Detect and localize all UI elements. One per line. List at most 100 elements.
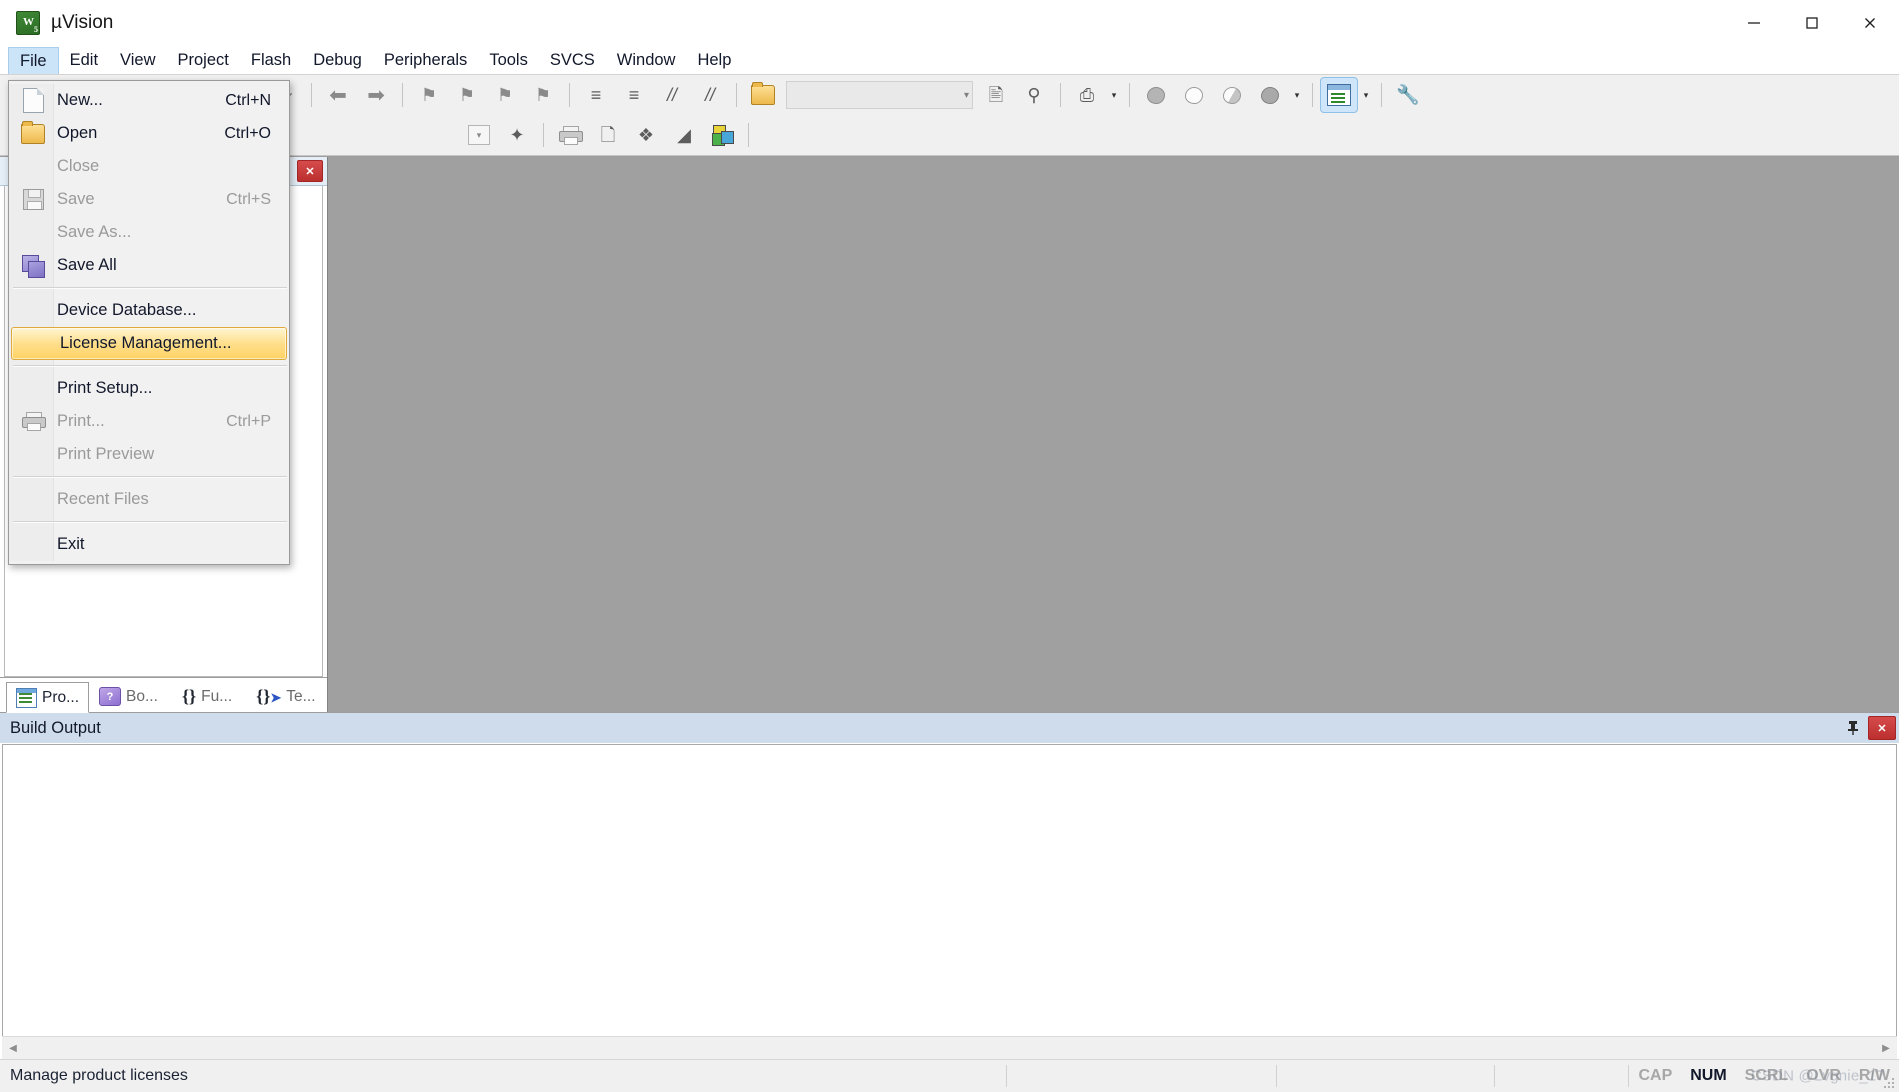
color-cube-icon[interactable]: [703, 117, 741, 153]
status-indicator-scrl: SCRL: [1744, 1067, 1789, 1084]
tab-templates[interactable]: {}➤ Te...: [246, 681, 325, 712]
menu-item-new[interactable]: New... Ctrl+N: [9, 84, 289, 117]
bookmark-next-icon[interactable]: ⚑: [486, 77, 524, 113]
bookmark-clear-icon[interactable]: ⚑: [524, 77, 562, 113]
toolbar-separator: [1381, 83, 1382, 107]
toolbar-separator: [311, 83, 312, 107]
menu-separator: [13, 521, 287, 523]
templates-icon: {}➤: [256, 686, 282, 706]
dropdown-icon[interactable]: ▾: [460, 117, 498, 153]
find-in-files-icon[interactable]: [744, 77, 782, 113]
window-controls: [1725, 0, 1899, 45]
find-next-icon[interactable]: ⚲: [1015, 77, 1053, 113]
navigate-back-icon[interactable]: ⬅: [319, 77, 357, 113]
menu-item-device-database[interactable]: Device Database...: [9, 294, 289, 327]
save-icon: [9, 189, 57, 210]
browse-symbol-icon[interactable]: ⎙: [1068, 77, 1106, 113]
build-dark-icon[interactable]: [1251, 77, 1289, 113]
menu-svcs[interactable]: SVCS: [539, 46, 606, 74]
target-window-icon[interactable]: [1320, 77, 1358, 113]
tab-books[interactable]: Bo...: [89, 681, 168, 712]
toolbar-separator: [402, 83, 403, 107]
menu-file[interactable]: File: [8, 47, 59, 74]
configure-icon[interactable]: 🔧: [1389, 77, 1427, 113]
build-filled-icon[interactable]: [1137, 77, 1175, 113]
menu-item-close-label: Close: [57, 157, 100, 175]
comment-icon[interactable]: //: [653, 77, 691, 113]
menu-item-exit[interactable]: Exit: [9, 528, 289, 561]
find-input[interactable]: [778, 86, 964, 104]
menu-help[interactable]: Help: [686, 46, 742, 74]
scroll-right-icon[interactable]: ▶: [1875, 1038, 1897, 1058]
menu-item-print-preview: Print Preview: [9, 438, 289, 471]
menu-item-save-as: Save As...: [9, 216, 289, 249]
menu-item-print-label: Print...: [57, 412, 105, 430]
menu-item-open[interactable]: Open Ctrl+O: [9, 117, 289, 150]
scroll-left-icon[interactable]: ◀: [2, 1038, 24, 1058]
menu-item-recent-files: Recent Files: [9, 483, 289, 516]
build-output-header: Build Output ✕: [0, 713, 1899, 743]
tab-functions[interactable]: {} Fu...: [172, 681, 242, 712]
pin-icon[interactable]: [1840, 716, 1866, 740]
target-dropdown-caret-icon[interactable]: ▾: [1358, 78, 1374, 112]
close-button[interactable]: [1841, 0, 1899, 45]
browse-dropdown-caret-icon[interactable]: ▾: [1106, 78, 1122, 112]
maximize-button[interactable]: [1783, 0, 1841, 45]
navigate-forward-icon[interactable]: ➡: [357, 77, 395, 113]
menu-debug[interactable]: Debug: [302, 46, 373, 74]
print-multi-icon[interactable]: 🗋: [589, 117, 627, 153]
find-combo-box[interactable]: ▾: [778, 81, 973, 109]
build-dropdown-caret-icon[interactable]: ▾: [1289, 78, 1305, 112]
toolbar-separator: [569, 83, 570, 107]
books-icon: [99, 687, 122, 706]
menu-item-license-management[interactable]: License Management...: [11, 327, 287, 360]
menu-edit[interactable]: Edit: [59, 46, 109, 74]
menu-item-new-label: New...: [57, 91, 103, 109]
status-indicator-cap: CAP: [1638, 1067, 1673, 1084]
status-message: Manage product licenses: [0, 1065, 1008, 1087]
menu-item-open-label: Open: [57, 124, 98, 142]
landscape-icon[interactable]: ◢: [665, 117, 703, 153]
uncomment-icon[interactable]: //: [691, 77, 729, 113]
indent-icon[interactable]: ≡: [577, 77, 615, 113]
minimize-button[interactable]: [1725, 0, 1783, 45]
outdent-icon[interactable]: ≡: [615, 77, 653, 113]
menu-item-save-all-label: Save All: [57, 256, 117, 274]
build-half-icon[interactable]: [1213, 77, 1251, 113]
insert-file-icon[interactable]: 🖹: [977, 77, 1015, 113]
chevron-down-icon[interactable]: ▾: [964, 84, 969, 106]
open-folder-icon: [9, 120, 57, 144]
menu-tools[interactable]: Tools: [478, 46, 539, 74]
menu-item-save-label: Save: [57, 190, 95, 208]
menu-item-save: Save Ctrl+S: [9, 183, 289, 216]
file-menu-items: New... Ctrl+N Open Ctrl+O Close Save Ctr…: [9, 84, 289, 561]
title-bar-left: W5 µVision: [0, 10, 113, 35]
bookmark-prev-icon[interactable]: ⚑: [448, 77, 486, 113]
resize-grip-icon[interactable]: [1882, 1076, 1896, 1090]
editor-area[interactable]: [327, 157, 1899, 712]
menu-window[interactable]: Window: [606, 46, 687, 74]
tab-templates-label: Te...: [286, 687, 316, 705]
menu-view[interactable]: View: [109, 46, 166, 74]
new-document-icon: [9, 88, 57, 113]
menu-peripherals[interactable]: Peripherals: [373, 46, 478, 74]
build-output-hscrollbar[interactable]: ◀ ▶: [2, 1036, 1897, 1059]
build-output-text[interactable]: [2, 744, 1897, 1036]
project-pane-close-icon[interactable]: ✕: [297, 160, 323, 182]
menu-item-close: Close: [9, 150, 289, 183]
menu-project[interactable]: Project: [167, 46, 240, 74]
tab-project[interactable]: Pro...: [6, 682, 90, 713]
status-cell-3: [1495, 1065, 1630, 1087]
build-hollow-icon[interactable]: [1175, 77, 1213, 113]
menu-item-print-setup[interactable]: Print Setup...: [9, 372, 289, 405]
printer-icon[interactable]: [551, 117, 589, 153]
toolbar-separator: [1312, 83, 1313, 107]
magic-wand-icon[interactable]: ✦: [498, 117, 536, 153]
bookmark-toggle-icon[interactable]: ⚑: [410, 77, 448, 113]
menu-item-save-all[interactable]: Save All: [9, 249, 289, 282]
menu-flash[interactable]: Flash: [240, 46, 302, 74]
build-output-close-icon[interactable]: ✕: [1868, 716, 1896, 740]
move-icon[interactable]: ❖: [627, 117, 665, 153]
toolbar-separator: [736, 83, 737, 107]
toolbar-separator: [748, 123, 749, 147]
